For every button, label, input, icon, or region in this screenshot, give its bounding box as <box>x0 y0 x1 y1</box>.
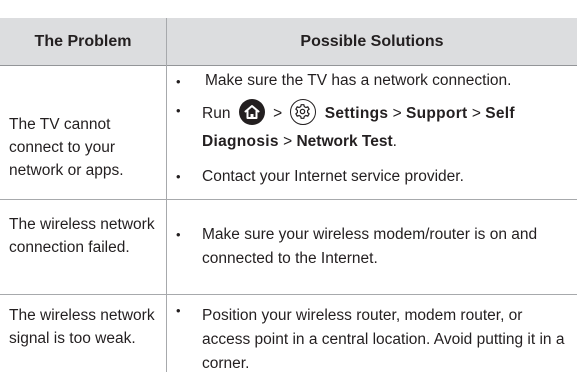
separator: > <box>471 105 481 122</box>
run-text: Run <box>202 105 231 122</box>
row-3-problem: The wireless network signal is too weak. <box>9 307 155 347</box>
bullet: • <box>176 169 181 184</box>
row-2-problem: The wireless network connection failed. <box>9 216 155 256</box>
bullet: • <box>176 74 181 89</box>
bullet: • <box>176 303 181 318</box>
row-1-problem: The TV cannot connect to your network or… <box>9 116 124 179</box>
separator: > <box>392 105 402 122</box>
row-3-solution-1: • Position your wireless router, modem r… <box>176 303 565 372</box>
row-2-solution-1: • Make sure your wireless modem/router i… <box>176 226 538 267</box>
separator: > <box>283 133 293 150</box>
row-2-bottom-rule <box>0 294 577 295</box>
settings-label: Settings <box>324 105 389 122</box>
network-test-label: Network Test <box>296 133 393 150</box>
separator: > <box>273 105 283 122</box>
row-1-solution-1: • Make sure the TV has a network connect… <box>176 69 574 93</box>
gear-icon <box>290 99 317 125</box>
period: . <box>392 133 397 150</box>
troubleshooting-table: The Problem Possible Solutions The TV ca… <box>0 18 577 372</box>
header-bottom-rule <box>0 65 577 66</box>
bullet: • <box>176 103 181 118</box>
row-1-solution-2: • Run > Settings > Support > Self Diagno… <box>176 99 574 156</box>
row-1-solution-3: • Contact your Internet service provider… <box>176 168 464 185</box>
home-icon <box>238 99 265 125</box>
bullet: • <box>176 227 181 242</box>
header-solutions: Possible Solutions <box>300 33 444 50</box>
table-header-row: The Problem Possible Solutions <box>0 18 577 65</box>
row-1-bottom-rule <box>0 199 577 200</box>
support-label: Support <box>405 105 468 122</box>
column-divider <box>166 18 167 372</box>
header-problem: The Problem <box>34 33 132 50</box>
page: The Problem Possible Solutions The TV ca… <box>0 0 577 372</box>
